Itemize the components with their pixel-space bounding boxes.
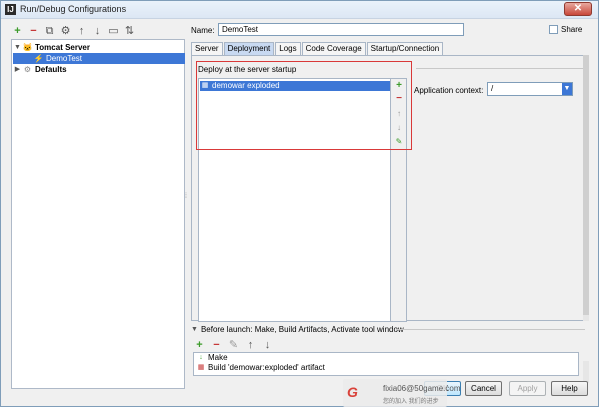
watermark-email: fixia06@50game.com (383, 384, 461, 393)
tree-item-label: Defaults (35, 65, 67, 74)
run-debug-dialog: IJ Run/Debug Configurations ✕ + − ⧉ ⚙ ↑ ↓ ▭ ⇅ ▼… (0, 0, 599, 407)
expand-arrow-icon[interactable]: ▼ (13, 42, 22, 53)
run-config-icon: ⚡ (33, 53, 44, 63)
tab-deployment[interactable]: Deployment (223, 42, 275, 55)
config-tree-pane: + − ⧉ ⚙ ↑ ↓ ▭ ⇅ ▼ 🐱 Tomcat Server ⚡ DemoTest ▶ … (9, 21, 185, 389)
move-down-icon[interactable]: ↓ (261, 339, 274, 352)
name-label: Name: (191, 26, 215, 35)
remove-task-icon[interactable]: − (210, 339, 223, 352)
tomcat-icon: 🐱 (22, 42, 33, 52)
share-label: Share (561, 25, 583, 34)
move-down-button[interactable]: ↓ (393, 122, 405, 134)
chevron-down-icon[interactable]: ▼ (562, 83, 572, 95)
tree-item-demotest[interactable]: ⚡ DemoTest (13, 53, 185, 64)
tree-item-tomcat-server[interactable]: ▼ 🐱 Tomcat Server (13, 42, 90, 53)
help-button[interactable]: Help (551, 381, 588, 396)
close-window-button[interactable]: ✕ (564, 2, 592, 16)
before-launch-toolbar: + − ✎ ↑ ↓ (193, 339, 274, 352)
move-up-button[interactable]: ↑ (393, 108, 405, 120)
title-bar[interactable]: IJ Run/Debug Configurations ✕ (1, 1, 598, 19)
watermark-logo: G (347, 384, 358, 400)
deploy-artifact-list[interactable]: ▦ demowar exploded (198, 78, 391, 322)
add-config-icon[interactable]: + (11, 25, 24, 38)
tree-item-label: Tomcat Server (35, 43, 90, 52)
move-up-icon[interactable]: ↑ (244, 339, 257, 352)
artifact-icon: ▦ (201, 82, 209, 89)
share-checkbox[interactable] (549, 25, 558, 34)
config-toolbar: + − ⧉ ⚙ ↑ ↓ ▭ ⇅ (11, 25, 136, 39)
list-item-label: Make (208, 353, 228, 362)
watermark-slogan: 您的加入 我们的进步 (383, 399, 439, 405)
splitter-grip-icon: ⁞ (185, 193, 187, 200)
deploy-section-label: Deploy at the server startup (198, 65, 297, 74)
before-launch-label: Before launch: Make, Build Artifacts, Ac… (200, 325, 404, 334)
list-item-build-artifact[interactable]: ▦ Build 'demowar:exploded' artifact (194, 363, 578, 373)
app-context-value: / (491, 84, 494, 93)
collapse-arrow-icon[interactable]: ▶ (13, 64, 22, 75)
deploy-list-toolbar: + − ↑ ↓ ✎ (391, 78, 407, 322)
config-editor-pane: Name: DemoTest Share Server Deployment L… (189, 21, 593, 376)
cancel-button[interactable]: Cancel (465, 381, 502, 396)
artifact-icon: ▦ (197, 364, 205, 371)
folder-icon[interactable]: ▭ (107, 25, 120, 38)
before-launch-task-list[interactable]: ↓ Make ▦ Build 'demowar:exploded' artifa… (193, 352, 579, 376)
move-down-icon[interactable]: ↓ (91, 25, 104, 38)
remove-config-icon[interactable]: − (27, 25, 40, 38)
tab-startup-connection[interactable]: Startup/Connection (366, 42, 444, 55)
add-task-icon[interactable]: + (193, 339, 206, 352)
config-tree[interactable]: ▼ 🐱 Tomcat Server ⚡ DemoTest ▶ ⚙ Default… (11, 39, 185, 389)
remove-artifact-button[interactable]: − (393, 93, 405, 105)
app-context-combobox[interactable]: / ▼ (487, 82, 573, 96)
section-divider (416, 68, 584, 69)
tab-code-coverage[interactable]: Code Coverage (301, 42, 366, 55)
window-title: Run/Debug Configurations (20, 4, 127, 14)
before-launch-header[interactable]: ▼ Before launch: Make, Build Artifacts, … (191, 325, 404, 334)
tree-item-defaults[interactable]: ▶ ⚙ Defaults (13, 64, 67, 75)
edit-artifact-button[interactable]: ✎ (393, 136, 405, 148)
tab-server[interactable]: Server (191, 42, 223, 55)
list-item-label: demowar exploded (212, 81, 280, 90)
app-context-label: Application context: (414, 86, 484, 95)
list-item-make[interactable]: ↓ Make (194, 353, 578, 363)
scrollbar-thumb[interactable] (583, 55, 589, 315)
sort-icon[interactable]: ⇅ (123, 25, 136, 38)
dialog-scrollbar[interactable] (583, 361, 589, 383)
make-icon: ↓ (199, 354, 203, 361)
app-icon: IJ (5, 4, 16, 15)
tree-item-label: DemoTest (46, 54, 83, 63)
panel-scrollbar[interactable] (583, 55, 589, 321)
move-up-icon[interactable]: ↑ (75, 25, 88, 38)
defaults-icon: ⚙ (23, 64, 32, 74)
before-launch-divider (397, 329, 585, 330)
collapse-toggle-icon[interactable]: ▼ (191, 326, 198, 333)
edit-task-icon[interactable]: ✎ (227, 339, 240, 352)
name-input[interactable]: DemoTest (218, 23, 464, 36)
config-tabs: Server Deployment Logs Code Coverage Sta… (191, 42, 444, 55)
tab-logs[interactable]: Logs (275, 42, 301, 55)
add-artifact-button[interactable]: + (393, 80, 405, 92)
deployment-panel: Deploy at the server startup ▦ demowar e… (191, 55, 587, 322)
copy-config-icon[interactable]: ⧉ (43, 25, 56, 38)
list-item-demowar-exploded[interactable]: ▦ demowar exploded (200, 81, 390, 91)
edit-defaults-icon[interactable]: ⚙ (59, 25, 72, 38)
apply-button[interactable]: Apply (509, 381, 546, 396)
watermark-overlay: G fixia06@50game.com 您的加入 我们的进步 (343, 379, 461, 407)
list-item-label: Build 'demowar:exploded' artifact (208, 363, 325, 372)
